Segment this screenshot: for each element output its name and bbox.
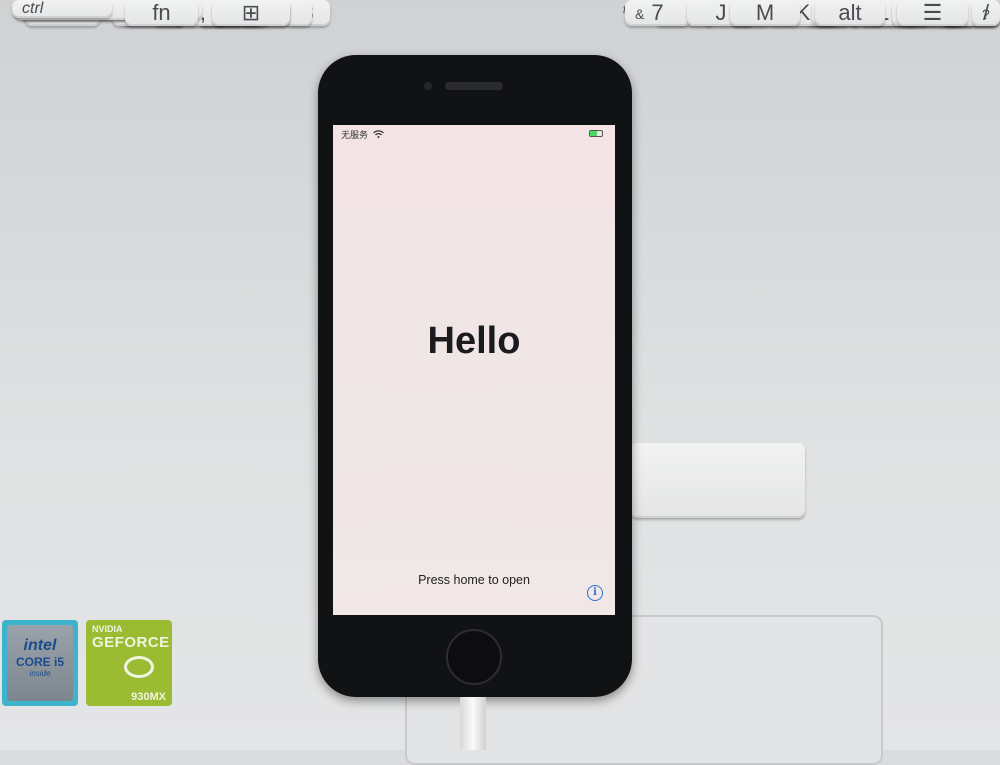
key-label: 7 bbox=[651, 0, 664, 25]
key-label: alt bbox=[838, 0, 862, 25]
key-alt[interactable]: alt bbox=[815, 0, 885, 26]
carrier-label: 无服务 bbox=[341, 130, 369, 140]
key-ctrl[interactable]: ctrl bbox=[12, 0, 112, 18]
earpiece-speaker bbox=[445, 82, 503, 90]
key-label: fn bbox=[152, 0, 171, 25]
info-icon[interactable]: i bbox=[587, 585, 603, 601]
key-label: J bbox=[715, 0, 727, 25]
key-label: ctrl bbox=[22, 0, 44, 17]
key-label: ⊞ bbox=[241, 0, 261, 25]
key-/[interactable]: /? bbox=[972, 0, 1000, 26]
battery-charging-icon bbox=[589, 130, 603, 137]
greeting: Hello bbox=[427, 320, 521, 362]
key-7[interactable]: 7 & bbox=[625, 0, 690, 26]
intel-brand: intel bbox=[23, 637, 57, 654]
press-home-prompt: Press home to open bbox=[418, 573, 530, 587]
nvidia-sticker: NVIDIA GEFORCE 930MX bbox=[86, 620, 172, 706]
front-camera bbox=[424, 82, 432, 90]
nvidia-eye-logo bbox=[124, 656, 154, 678]
nvidia-model: 930MX bbox=[131, 691, 166, 703]
wifi-icon bbox=[373, 129, 384, 140]
key-shift-label: & bbox=[635, 6, 645, 22]
lightning-cable bbox=[460, 697, 486, 750]
intel-model: CORE i5 bbox=[15, 655, 64, 669]
key-⊞[interactable]: ⊞ bbox=[212, 0, 290, 26]
key-☰[interactable]: ☰ bbox=[897, 0, 968, 26]
phone-screen: 无服务 Hello Press home to open i bbox=[333, 125, 615, 615]
key-label: ☰ bbox=[922, 0, 943, 25]
status-bar: 无服务 bbox=[341, 128, 384, 141]
key-space[interactable] bbox=[630, 443, 805, 518]
intel-sticker: intel CORE i5 inside bbox=[2, 620, 78, 706]
key-fn[interactable]: fn bbox=[125, 0, 198, 26]
nvidia-brand: NVIDIA bbox=[92, 624, 123, 634]
key-label: M bbox=[755, 0, 775, 25]
key-shift-label: ? bbox=[982, 6, 990, 22]
intel-tag: inside bbox=[29, 669, 51, 678]
home-button[interactable] bbox=[446, 629, 502, 685]
key-M[interactable]: M bbox=[730, 0, 800, 26]
nvidia-line: GEFORCE bbox=[92, 634, 170, 651]
